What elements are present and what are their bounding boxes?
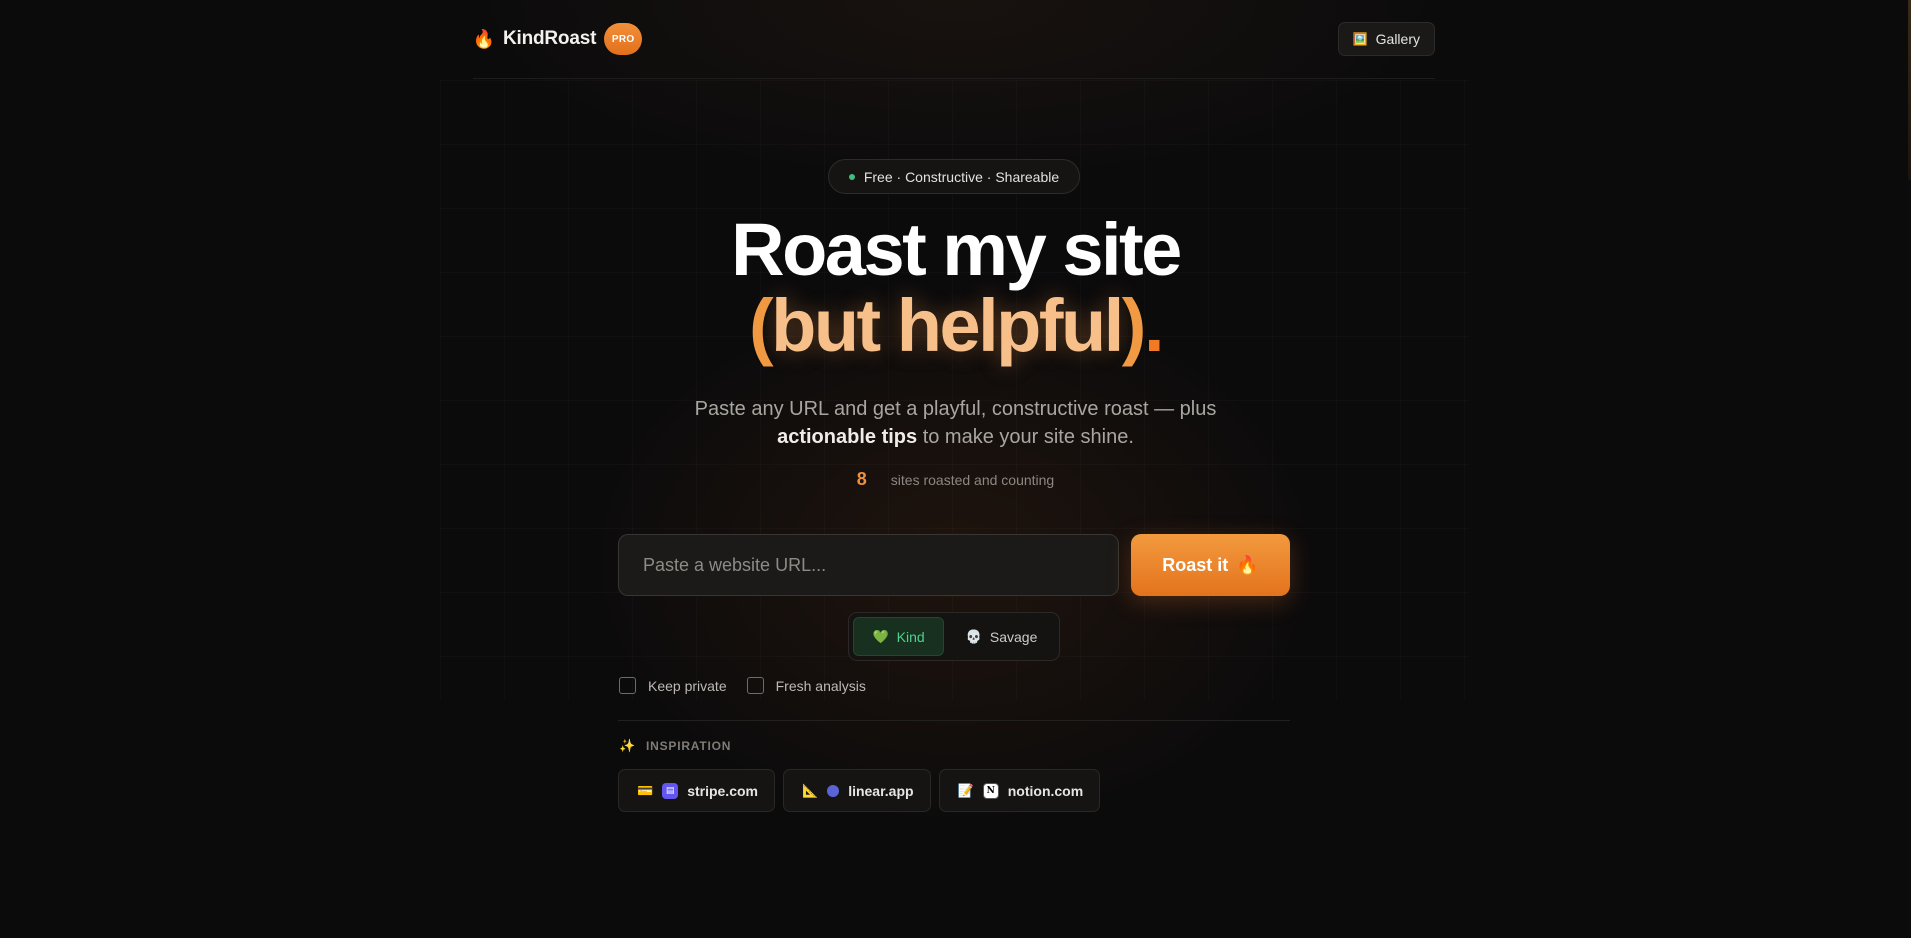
- inspiration-chip-notion[interactable]: 📝 N notion.com: [938, 769, 1101, 812]
- title-dot: .: [1143, 284, 1165, 367]
- gallery-button[interactable]: 🖼️ Gallery: [1337, 22, 1435, 56]
- roast-count: 8: [856, 469, 867, 489]
- pro-badge: PRO: [604, 23, 643, 55]
- sparkles-icon: ✨: [619, 738, 636, 753]
- triangular-ruler-icon: 📐: [802, 782, 819, 798]
- mode-savage-button[interactable]: 💀 Savage: [948, 617, 1055, 656]
- subtitle-part1: Paste any URL and get a playful, constru…: [694, 398, 1217, 420]
- hero-subtitle: Paste any URL and get a playful, constru…: [0, 395, 1911, 451]
- fresh-analysis-checkbox[interactable]: [746, 677, 764, 694]
- roast-button[interactable]: Roast it 🔥: [1131, 534, 1290, 596]
- mode-savage-label: Savage: [989, 628, 1038, 645]
- memo-icon: 📝: [957, 782, 974, 798]
- hero-title-line1: Roast my site: [731, 208, 1182, 291]
- fresh-analysis-option[interactable]: Fresh analysis: [746, 677, 866, 694]
- inspiration-chips: 💳 ▤ stripe.com 📐 linear.app 📝 N notion.c…: [618, 769, 1101, 812]
- mode-kind-label: Kind: [896, 628, 925, 645]
- fresh-analysis-label: Fresh analysis: [775, 677, 866, 694]
- top-header: 🔥 KindRoast PRO 🖼️ Gallery: [473, 20, 1435, 58]
- inspiration-chip-stripe[interactable]: 💳 ▤ stripe.com: [618, 769, 775, 812]
- notion-favicon: N: [982, 782, 999, 799]
- paren-open: (: [748, 284, 774, 367]
- mode-toggle: 💚 Kind 💀 Savage: [848, 612, 1060, 661]
- hero-title-line2: (but helpful).: [0, 288, 1911, 364]
- roast-button-label: Roast it: [1162, 554, 1229, 575]
- status-dot: [848, 173, 855, 180]
- chip-label: stripe.com: [687, 782, 758, 799]
- chip-label: linear.app: [848, 782, 914, 799]
- brand-name: KindRoast: [503, 28, 597, 49]
- inspiration-chip-linear[interactable]: 📐 linear.app: [783, 769, 931, 812]
- skull-icon: 💀: [965, 628, 982, 644]
- subtitle-part2: to make your site shine.: [922, 426, 1134, 448]
- paren-close: ): [1121, 284, 1147, 367]
- inspiration-heading: ✨ INSPIRATION: [619, 738, 731, 754]
- keep-private-label: Keep private: [648, 677, 727, 694]
- feature-pill: Free · Constructive · Shareable: [828, 159, 1080, 194]
- keep-private-option[interactable]: Keep private: [619, 677, 727, 694]
- fire-icon: 🔥: [1236, 554, 1259, 575]
- section-divider: [618, 720, 1290, 721]
- fire-icon: 🔥: [472, 28, 496, 49]
- subtitle-strong: actionable tips: [777, 426, 918, 448]
- stripe-favicon: ▤: [662, 782, 679, 799]
- inspiration-label: INSPIRATION: [646, 739, 732, 753]
- header-divider: [473, 78, 1435, 79]
- credit-card-icon: 💳: [637, 782, 654, 798]
- hero-title-helpful: but helpful: [771, 284, 1124, 367]
- roast-counter: 8 sites roasted and counting: [0, 469, 1911, 490]
- picture-icon: 🖼️: [1352, 32, 1368, 46]
- keep-private-checkbox[interactable]: [619, 677, 636, 694]
- mode-kind-button[interactable]: 💚 Kind: [853, 617, 945, 656]
- roast-count-label: sites roasted and counting: [890, 471, 1055, 488]
- feature-pill-text: Free · Constructive · Shareable: [863, 168, 1060, 185]
- gallery-label: Gallery: [1375, 31, 1420, 47]
- linear-favicon: [827, 784, 840, 797]
- options-row: Keep private Fresh analysis: [619, 677, 866, 694]
- brand-logo[interactable]: 🔥 KindRoast PRO: [472, 23, 643, 55]
- hero-title: Roast my site (but helpful).: [0, 212, 1911, 364]
- chip-label: notion.com: [1007, 782, 1084, 799]
- green-heart-icon: 💚: [872, 628, 889, 644]
- url-input[interactable]: [618, 534, 1119, 596]
